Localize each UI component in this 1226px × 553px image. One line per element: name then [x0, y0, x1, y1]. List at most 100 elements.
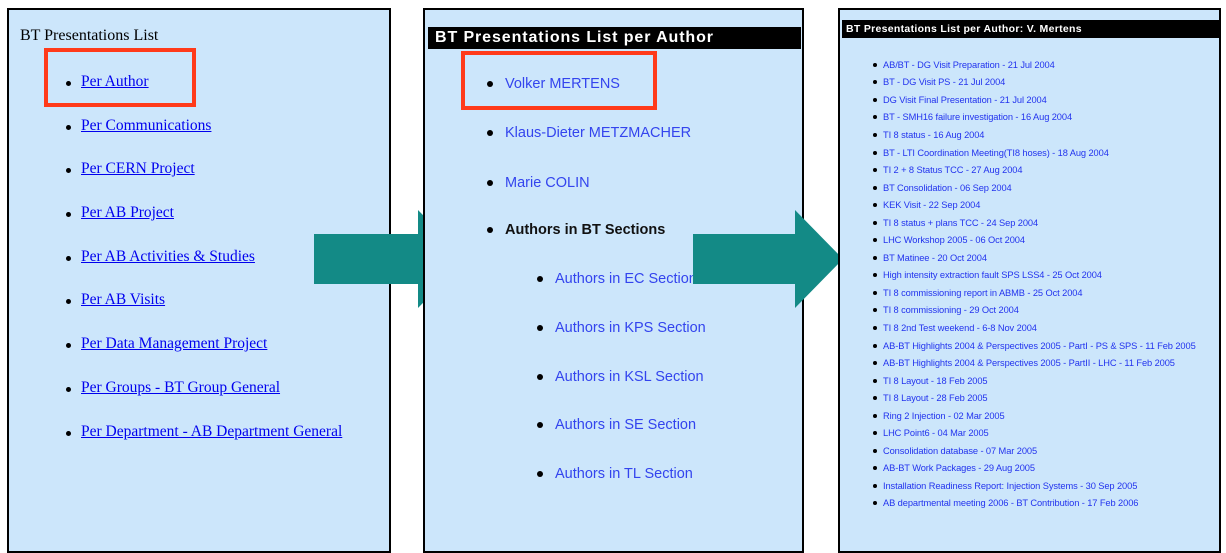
link-per-groups[interactable]: Per Groups - BT Group General — [81, 379, 280, 397]
list-item: Consolidation database - 07 Mar 2005 — [873, 442, 1196, 460]
panel-title: BT Presentations List — [20, 27, 159, 44]
bullet-icon — [873, 62, 877, 67]
bullet-icon — [873, 132, 877, 137]
list-item: BT - LTI Coordination Meeting(TI8 hoses)… — [873, 144, 1196, 162]
list-item: Per AB Activities & Studies — [62, 248, 342, 292]
list-item: LHC Workshop 2005 - 06 Oct 2004 — [873, 231, 1196, 249]
presentation-link[interactable]: TI 2 + 8 Status TCC - 27 Aug 2004 — [883, 165, 1023, 175]
bullet-icon — [66, 430, 71, 436]
presentation-link[interactable]: BT Matinee - 20 Oct 2004 — [883, 253, 987, 263]
presentation-link[interactable]: BT Consolidation - 06 Sep 2004 — [883, 183, 1012, 193]
presentation-link[interactable]: AB departmental meeting 2006 - BT Contri… — [883, 498, 1138, 508]
presentation-link[interactable]: TI 8 commissioning - 29 Oct 2004 — [883, 305, 1019, 315]
presentation-link[interactable]: Ring 2 Injection - 02 Mar 2005 — [883, 411, 1005, 421]
sections-heading: Authors in BT Sections — [505, 222, 666, 238]
bullet-icon — [873, 361, 877, 366]
presentation-link[interactable]: BT - DG Visit PS - 21 Jul 2004 — [883, 77, 1005, 87]
bullet-icon — [873, 255, 877, 260]
link-per-communications[interactable]: Per Communications — [81, 117, 211, 135]
bullet-icon — [873, 413, 877, 418]
bullet-icon — [487, 227, 493, 233]
presentation-link[interactable]: DG Visit Final Presentation - 21 Jul 200… — [883, 95, 1047, 105]
list-item: TI 2 + 8 Status TCC - 27 Aug 2004 — [873, 161, 1196, 179]
bullet-icon — [873, 378, 877, 383]
category-list: Per Author Per Communications Per CERN P… — [62, 73, 342, 466]
list-item: Klaus-Dieter METZMACHER — [487, 125, 691, 141]
presentation-link[interactable]: AB/BT - DG Visit Preparation - 21 Jul 20… — [883, 60, 1055, 70]
presentation-link[interactable]: TI 8 commissioning report in ABMB - 25 O… — [883, 288, 1083, 298]
presentation-link[interactable]: AB-BT Highlights 2004 & Perspectives 200… — [883, 358, 1175, 368]
list-item: AB/BT - DG Visit Preparation - 21 Jul 20… — [873, 56, 1196, 74]
presentation-link[interactable]: Installation Readiness Report: Injection… — [883, 481, 1137, 491]
presentation-link[interactable]: AB-BT Work Packages - 29 Aug 2005 — [883, 463, 1035, 473]
bullet-icon — [873, 343, 877, 348]
panel-title: BT Presentations List per Author: V. Mer… — [842, 20, 1219, 38]
link-section-tl[interactable]: Authors in TL Section — [555, 466, 693, 482]
link-per-ab-visits[interactable]: Per AB Visits — [81, 291, 165, 309]
list-item: LHC Point6 - 04 Mar 2005 — [873, 424, 1196, 442]
bullet-icon — [537, 422, 543, 428]
bullet-icon — [487, 130, 493, 136]
list-item: Per AB Visits — [62, 291, 342, 335]
bullet-icon — [66, 168, 71, 174]
presentation-link[interactable]: BT - SMH16 failure investigation - 16 Au… — [883, 112, 1072, 122]
presentation-link[interactable]: High intensity extraction fault SPS LSS4… — [883, 270, 1102, 280]
list-item: High intensity extraction fault SPS LSS4… — [873, 267, 1196, 285]
bullet-icon — [873, 185, 877, 190]
list-item: BT Matinee - 20 Oct 2004 — [873, 249, 1196, 267]
presentation-link[interactable]: TI 8 2nd Test weekend - 6-8 Nov 2004 — [883, 323, 1037, 333]
bullet-icon — [873, 325, 877, 330]
list-item: BT - SMH16 failure investigation - 16 Au… — [873, 109, 1196, 127]
arrow-right-icon — [693, 210, 843, 308]
link-per-data-management[interactable]: Per Data Management Project — [81, 335, 267, 353]
list-item: AB departmental meeting 2006 - BT Contri… — [873, 495, 1196, 513]
presentation-link[interactable]: TI 8 Layout - 18 Feb 2005 — [883, 376, 988, 386]
presentation-link[interactable]: LHC Workshop 2005 - 06 Oct 2004 — [883, 235, 1025, 245]
list-item: Per CERN Project — [62, 160, 342, 204]
link-section-kps[interactable]: Authors in KPS Section — [555, 320, 706, 336]
link-per-cern-project[interactable]: Per CERN Project — [81, 160, 195, 178]
link-per-department[interactable]: Per Department - AB Department General — [81, 423, 342, 441]
link-per-ab-activities[interactable]: Per AB Activities & Studies — [81, 248, 255, 266]
bullet-icon — [66, 299, 71, 305]
link-per-ab-project[interactable]: Per AB Project — [81, 204, 174, 222]
list-item: Per Communications — [62, 117, 342, 161]
list-item: TI 8 status + plans TCC - 24 Sep 2004 — [873, 214, 1196, 232]
presentation-link[interactable]: KEK Visit - 22 Sep 2004 — [883, 200, 980, 210]
link-author-marie-colin[interactable]: Marie COLIN — [505, 175, 590, 191]
list-item: Per Groups - BT Group General — [62, 379, 342, 423]
bullet-icon — [487, 180, 493, 186]
presentation-link[interactable]: TI 8 status + plans TCC - 24 Sep 2004 — [883, 218, 1038, 228]
presentation-link[interactable]: Consolidation database - 07 Mar 2005 — [883, 446, 1037, 456]
list-item: AB-BT Highlights 2004 & Perspectives 200… — [873, 337, 1196, 355]
presentation-link[interactable]: AB-BT Highlights 2004 & Perspectives 200… — [883, 341, 1196, 351]
link-section-ec[interactable]: Authors in EC Section — [555, 271, 697, 287]
list-item: DG Visit Final Presentation - 21 Jul 200… — [873, 91, 1196, 109]
presentation-link[interactable]: LHC Point6 - 04 Mar 2005 — [883, 428, 989, 438]
bullet-icon — [873, 501, 877, 506]
list-item: AB-BT Highlights 2004 & Perspectives 200… — [873, 354, 1196, 372]
bullet-icon — [66, 212, 71, 218]
bullet-icon — [66, 386, 71, 392]
bullet-icon — [873, 220, 877, 225]
bullet-icon — [537, 374, 543, 380]
bullet-icon — [537, 276, 543, 282]
list-item: Authors in KSL Section — [537, 369, 704, 385]
presentation-link[interactable]: TI 8 status - 16 Aug 2004 — [883, 130, 984, 140]
list-item: Per Department - AB Department General — [62, 423, 342, 467]
list-item: Marie COLIN — [487, 175, 590, 191]
panel-title: BT Presentations List per Author — [428, 27, 801, 49]
presentation-list: AB/BT - DG Visit Preparation - 21 Jul 20… — [873, 56, 1196, 512]
bullet-icon — [537, 325, 543, 331]
link-section-se[interactable]: Authors in SE Section — [555, 417, 696, 433]
bullet-icon — [873, 80, 877, 85]
bullet-icon — [873, 273, 877, 278]
link-author-metzmacher[interactable]: Klaus-Dieter METZMACHER — [505, 125, 691, 141]
list-item: Per AB Project — [62, 204, 342, 248]
bullet-icon — [873, 290, 877, 295]
link-section-ksl[interactable]: Authors in KSL Section — [555, 369, 704, 385]
bullet-icon — [873, 168, 877, 173]
presentation-link[interactable]: BT - LTI Coordination Meeting(TI8 hoses)… — [883, 148, 1109, 158]
highlight-box — [461, 51, 657, 110]
presentation-link[interactable]: TI 8 Layout - 28 Feb 2005 — [883, 393, 988, 403]
